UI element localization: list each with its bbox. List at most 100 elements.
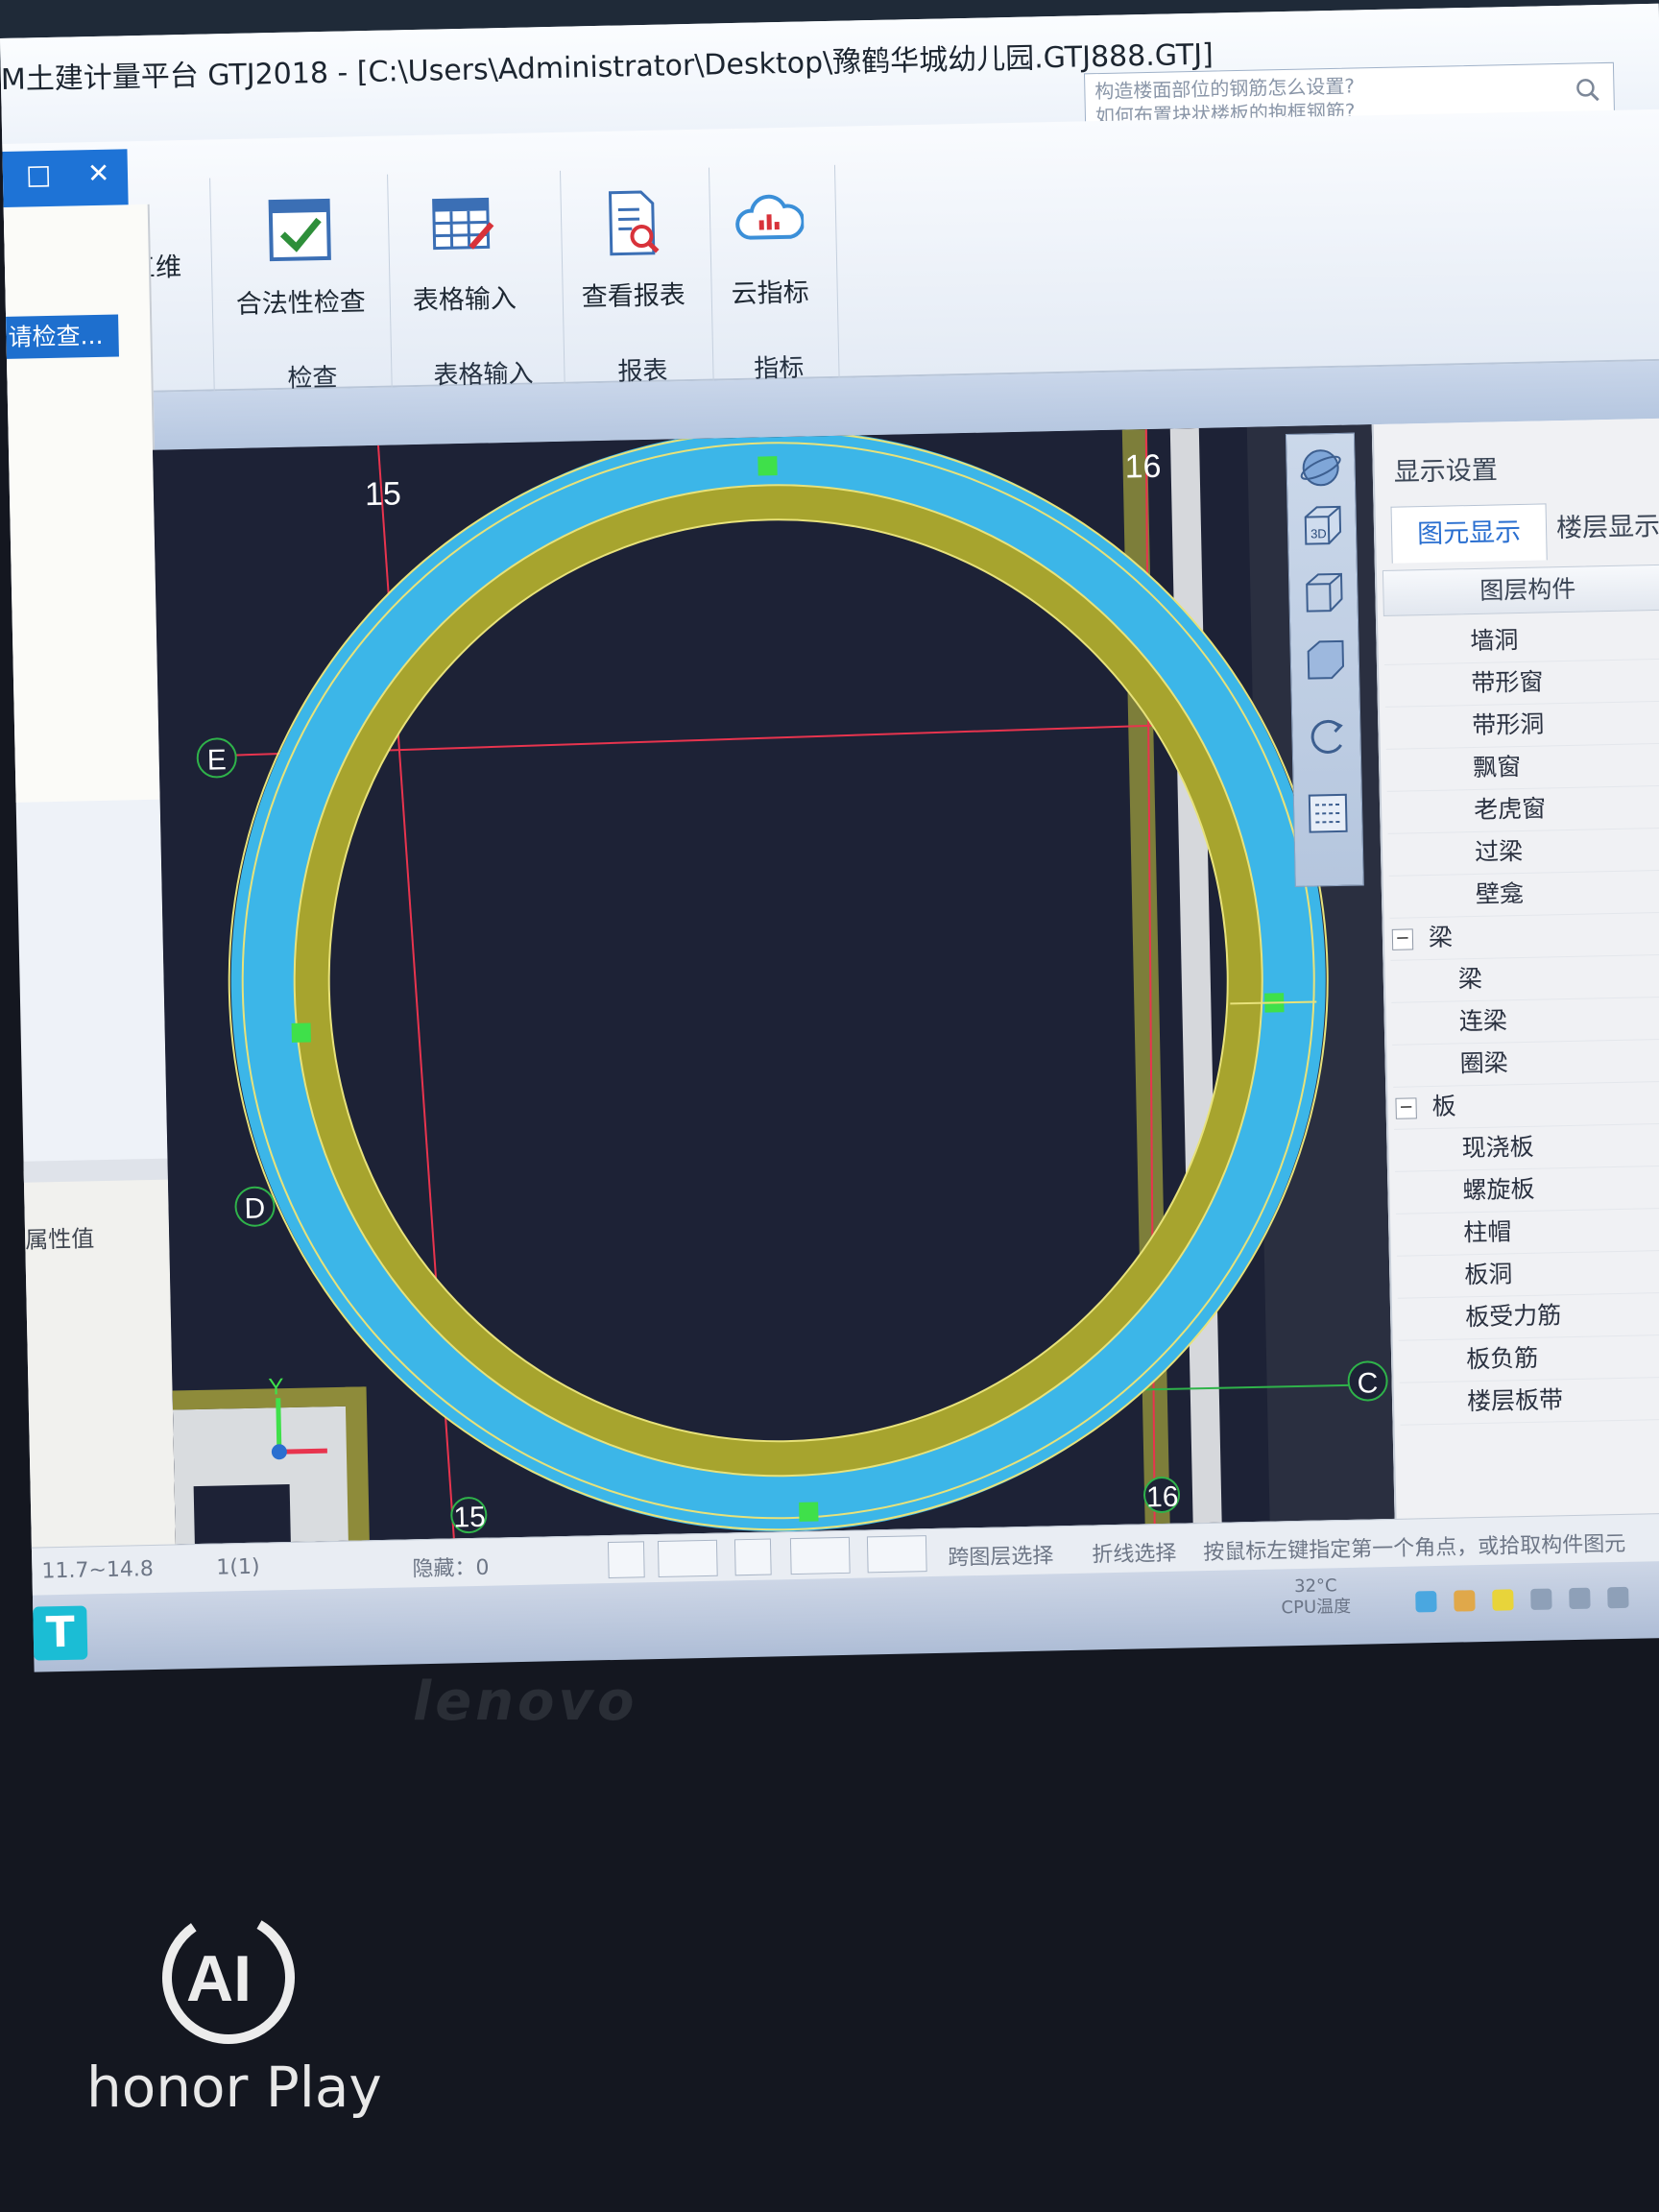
rotate-icon[interactable] <box>1302 712 1351 761</box>
tray-network-icon[interactable] <box>1415 1591 1437 1613</box>
layer-component-header: 图层构件 <box>1382 564 1659 616</box>
elevation-range: 11.7~14.8 <box>41 1557 155 1584</box>
layer-row-label: 板受力筋 <box>1464 1301 1562 1332</box>
view-report-label: 查看报表 <box>581 280 686 313</box>
layer-row[interactable]: 墙洞 <box>1383 615 1659 665</box>
layer-row-label: 板负筋 <box>1465 1343 1539 1374</box>
ortho-toggle-button[interactable] <box>607 1541 645 1579</box>
layer-row[interactable]: 圈梁 <box>1392 1038 1659 1088</box>
collapse-toggle-icon[interactable]: − <box>1391 927 1414 950</box>
wireframe-cube-icon[interactable] <box>1299 568 1348 617</box>
table-input-button[interactable]: 表格输入 <box>410 191 517 317</box>
solid-cube-icon[interactable] <box>1300 636 1349 685</box>
tray-sync-icon[interactable] <box>1530 1588 1552 1610</box>
snap-toggle-button[interactable] <box>657 1539 718 1577</box>
layer-row-label: 梁 <box>1428 923 1454 952</box>
layer-row-label: 老虎窗 <box>1473 794 1547 825</box>
cloud-index-button[interactable]: 云指标 <box>729 184 809 310</box>
drawing-canvas[interactable]: 15 16 E D C 15 16 Y <box>153 424 1395 1545</box>
axis-label-16-top: 16 <box>1124 448 1162 486</box>
cancel-snap-button[interactable] <box>733 1538 772 1576</box>
tray-display-icon[interactable] <box>1569 1587 1591 1610</box>
layer-row[interactable]: − 梁 <box>1389 911 1659 961</box>
tray-app-icon[interactable] <box>1454 1590 1476 1612</box>
axis-label-16-bottom: 16 <box>1146 1481 1179 1514</box>
collapse-toggle-icon[interactable]: − <box>1395 1096 1417 1119</box>
polyline-select[interactable]: 折线选择 <box>1092 1536 1177 1569</box>
offset-toggle-button[interactable] <box>866 1535 927 1574</box>
hidden-count: 隐藏：0 <box>412 1555 490 1582</box>
layer-row[interactable]: 板洞 <box>1396 1249 1659 1299</box>
axis-label-C: C <box>1357 1367 1378 1399</box>
command-hint: 按鼠标左键指定第一个角点，或拾取构件图元 <box>1203 1531 1626 1566</box>
tab-element-display[interactable]: 图元显示 <box>1390 503 1548 564</box>
legality-check-label: 合法性检查 <box>235 287 367 320</box>
grip-bottom[interactable] <box>799 1502 819 1522</box>
window-title: M土建计量平台 GTJ2018 - [C:\Users\Administrato… <box>0 37 1214 97</box>
temperature-value: 32°C <box>1293 1575 1337 1598</box>
legality-check-button[interactable]: 合法性检查 <box>234 194 367 321</box>
grip-left[interactable] <box>291 1022 311 1043</box>
canvas-drawing: 15 16 E D C 15 16 Y <box>153 424 1395 1545</box>
report-search-icon <box>608 190 660 256</box>
camera-watermark: honor Play <box>86 2055 382 2120</box>
ribbon: 三维 合法性检查 检查 表格输入 表格输入 查看报表 报表 云指标 指标 <box>2 108 1659 438</box>
layer-row[interactable]: 螺旋板 <box>1395 1165 1659 1214</box>
laptop-brand-logo: lenovo <box>413 1671 638 1733</box>
layer-row[interactable]: 现浇板 <box>1394 1122 1659 1172</box>
cloud-index-label: 云指标 <box>731 277 810 310</box>
close-button[interactable]: ✕ <box>87 157 110 189</box>
layer-row-label: 带形窗 <box>1471 667 1544 698</box>
taskbar-app-button[interactable]: T <box>33 1605 88 1661</box>
tab-floor-display[interactable]: 楼层显示 <box>1556 505 1659 544</box>
layer-row-label: 圈梁 <box>1459 1048 1509 1078</box>
layer-row-label: 带形洞 <box>1472 709 1545 740</box>
layer-row-label: 楼层板带 <box>1466 1385 1564 1416</box>
layer-row[interactable]: 飘窗 <box>1385 742 1659 792</box>
layer-row-label: 柱帽 <box>1463 1217 1512 1247</box>
axis-label-15-top: 15 <box>365 475 402 513</box>
grip-top[interactable] <box>757 456 778 476</box>
beam-segment <box>345 1386 370 1541</box>
table-input-label: 表格输入 <box>412 283 517 317</box>
ai-logo-letters: AI <box>186 1942 252 2015</box>
table-edit-icon <box>432 197 494 251</box>
layer-row[interactable]: 梁 <box>1390 953 1659 1003</box>
layer-grid-icon[interactable] <box>1304 789 1353 838</box>
ucs-y-label: Y <box>268 1374 284 1400</box>
layer-row-label: 板洞 <box>1464 1260 1513 1289</box>
layer-row[interactable]: 楼层板带 <box>1399 1376 1659 1426</box>
layer-row[interactable]: 过梁 <box>1387 827 1659 877</box>
display-settings-title: 显示设置 <box>1393 455 1499 488</box>
search-icon[interactable] <box>1575 77 1600 103</box>
layer-row-label: 螺旋板 <box>1462 1174 1535 1205</box>
layer-row[interactable]: 板受力筋 <box>1397 1291 1659 1341</box>
layer-row-label: 连梁 <box>1458 1006 1508 1036</box>
layer-row-label: 墙洞 <box>1470 626 1519 656</box>
layer-row-label: 飘窗 <box>1472 752 1522 782</box>
axis-label-D: D <box>244 1192 265 1224</box>
view-3d-icon[interactable]: 3D <box>1297 501 1346 550</box>
layer-row-label: 板 <box>1431 1092 1456 1121</box>
view-toolbar: 3D <box>1285 432 1364 887</box>
property-value-header: 属性值 <box>24 1225 95 1254</box>
tray-security-icon[interactable] <box>1492 1589 1514 1611</box>
cross-layer-select[interactable]: 跨图层选择 <box>948 1538 1054 1571</box>
layer-row[interactable]: − 板 <box>1393 1080 1659 1130</box>
layer-row[interactable]: 带形窗 <box>1383 658 1659 708</box>
layer-row[interactable]: 老虎窗 <box>1386 784 1659 834</box>
floor-indicator: 1(1) <box>216 1554 260 1580</box>
cpu-temperature-label: CPU温度 <box>1281 1596 1352 1619</box>
layer-row[interactable]: 壁龛 <box>1388 869 1659 919</box>
orbit-sphere-icon[interactable] <box>1296 444 1345 493</box>
view-report-button[interactable]: 查看报表 <box>579 187 685 313</box>
ai-camera-logo: AI <box>162 1911 295 2044</box>
angle-toggle-button[interactable] <box>789 1536 851 1575</box>
check-list-item[interactable]: 请检查... <box>6 314 119 359</box>
layer-row[interactable]: 板负筋 <box>1398 1334 1659 1383</box>
layer-row[interactable]: 连梁 <box>1391 996 1659 1046</box>
tray-volume-icon[interactable] <box>1607 1586 1629 1609</box>
restore-button[interactable]: □ <box>26 158 52 191</box>
layer-row[interactable]: 带形洞 <box>1384 700 1659 750</box>
layer-row[interactable]: 柱帽 <box>1395 1207 1659 1257</box>
